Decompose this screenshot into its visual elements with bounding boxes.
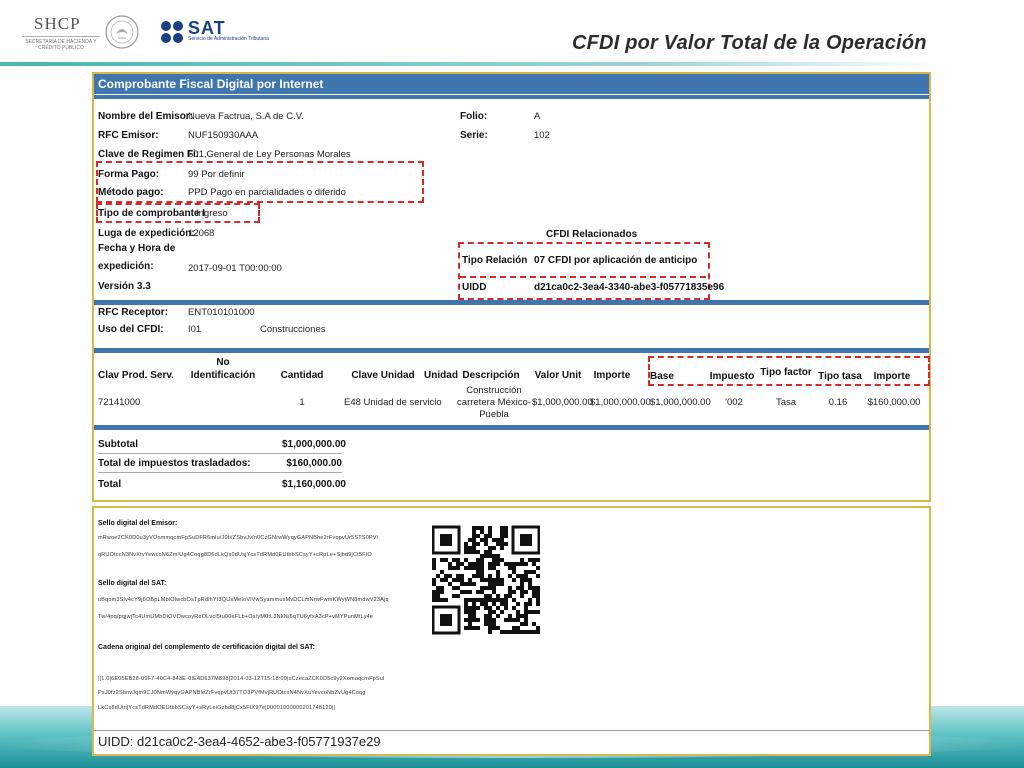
col-clave-unidad: Clave Unidad (351, 370, 415, 381)
folio-value: A (534, 111, 541, 122)
col-tipo-factor: Tipo factor (760, 367, 812, 378)
sello-sat-line-1: uBqom3Slv4cY9j6OBpLMblOlwcbOsTpRdlhYI3QU… (98, 597, 389, 603)
col-clav-prod-serv: Clav Prod. Serv. (98, 370, 174, 381)
total-value: $1,160,000.00 (282, 479, 346, 490)
tipo-relacion-value: 07 CFDI por aplicación de anticipo (534, 255, 698, 266)
mexico-crest-icon (105, 15, 139, 49)
regimen-label: Clave de Regimen Fi: (98, 149, 200, 160)
col-descripcion: Descripción (462, 370, 520, 381)
uso-cfdi-code: I01 (188, 324, 202, 335)
sat-logo-subtitle: Servicio de Administración Tributaria (188, 36, 269, 42)
cadena-original-label: Cadena original del complemento de certi… (98, 644, 315, 651)
row-descripcion-1: Construcción (466, 385, 522, 396)
row-descripcion-2: carretera México- (457, 397, 531, 408)
row-importe-impuesto: $160,000.00 (867, 397, 921, 408)
rfc-emisor-label: RFC Emisor: (98, 130, 159, 141)
row-clave: 72141000 (98, 397, 141, 408)
slide-header: SHCP SECRETARÍA DE HACIENDA Y CRÉDITO PÚ… (0, 0, 1024, 70)
fecha-hora-value: 2017-09-01 T00:00:00 (188, 263, 282, 274)
section-divider-receptor (94, 300, 929, 305)
sello-emisor-label: Sello digital del Emisor: (98, 520, 178, 527)
tipo-relacion-label: Tipo Relación (462, 255, 528, 266)
col-unidad: Unidad (424, 370, 458, 381)
col-identificacion: Identificación (190, 370, 256, 381)
invoice-panel-title: Comprobante Fiscal Digital por Internet (94, 74, 929, 94)
expedicion-label: expedición: (98, 261, 154, 272)
shcp-logo-title: SHCP (34, 14, 81, 33)
row-valor-unit: $1,000,000.00 (532, 397, 593, 408)
emisor-name-label: Nombre del Emisor: (98, 111, 194, 122)
rfc-receptor-label: RFC Receptor: (98, 307, 169, 318)
impuestos-trasladados-label: Total de impuestos trasladados: (98, 458, 251, 469)
shcp-logo-subtitle: SECRETARÍA DE HACIENDA Y CRÉDITO PÚBLICO (22, 36, 100, 51)
uidd-rel-label: UIDD (462, 282, 487, 293)
cadena-original-line-3: LkCs8dUtnjYcsTdRMdOEUtbbSCsyY+sRyLeiGzbd… (98, 705, 336, 711)
col-importe-impuesto: Importe (873, 371, 911, 382)
subtotal-label: Subtotal (98, 439, 138, 450)
invoice-panel-title-bar (94, 95, 929, 99)
row-tipo-tasa: 0.16 (828, 397, 848, 408)
uso-cfdi-value: Construcciones (260, 324, 326, 335)
col-importe: Importe (593, 370, 631, 381)
col-impuesto: Impuesto (709, 371, 755, 382)
sat-logo-icon (161, 21, 183, 43)
uidd-value: UIDD: d21ca0c2-3ea4-4652-abe3-f05771937e… (98, 734, 381, 749)
serie-label: Serie: (460, 130, 488, 141)
sello-sat-label: Sello digital del SAT: (98, 580, 167, 587)
tipo-comprobante-label: Tipo de comprobante I (98, 208, 206, 219)
row-clave-unidad: E48 Unidad de servicio (344, 397, 442, 408)
section-divider-totals (94, 425, 929, 430)
row-impuesto: '002 (725, 397, 743, 408)
version-label: Versión 3.3 (98, 281, 151, 292)
row-tipo-factor: Tasa (775, 397, 797, 408)
header-divider (0, 62, 940, 66)
row-base: $1,000,000.00 (650, 397, 711, 408)
sello-sat-line-2: Tw/4pq/pqjwjTc4UmUMbDiOVOwcoyRoOLvcl5tu0… (98, 614, 374, 620)
invoice-panel: Comprobante Fiscal Digital por Internet … (92, 72, 931, 502)
emisor-name-value: Nueva Factrua, S.A de C.V. (188, 111, 304, 122)
metodo-pago-value: PPD Pago en parcialidades o diferido (188, 187, 346, 198)
metodo-pago-label: Método pago: (98, 187, 164, 198)
section-divider-concepts (94, 348, 929, 353)
cadena-original-line-2: PsJ0fz2SbnvJqm9CJ0NmWyqyGAPNBleZrFvqpvUt… (98, 690, 366, 696)
uidd-rel-value: d21ca0c2-3ea4-3340-abe3-f05771835e96 (534, 282, 725, 293)
row-importe: $1,000,000.00 (590, 397, 651, 408)
col-valor-unit: Valor Unit (534, 370, 582, 381)
lugar-expedicion-value: 12068 (188, 228, 215, 239)
forma-pago-value: 99 Por definir (188, 169, 245, 180)
col-base: Base (650, 371, 674, 382)
page-title: CFDI por Valor Total de la Operación (572, 32, 927, 54)
regimen-value: 601,General de Ley Personas Morales (188, 149, 351, 160)
uso-cfdi-label: Uso del CFDI: (98, 324, 164, 335)
col-cantidad: Cantidad (280, 370, 324, 381)
sello-emisor-line-1: mRwoe2CK0D0u3yVOnmmqcmFpSuDFR6mlu/J0ti/Z… (98, 535, 379, 541)
folio-label: Folio: (460, 111, 488, 122)
serie-value: 102 (534, 130, 550, 141)
row-cantidad: 1 (299, 397, 305, 408)
rfc-receptor-value: ENT010101000 (188, 307, 255, 318)
col-no: No (216, 357, 230, 368)
cadena-original-line-1: ||1.0|6E05EB28-09F7-40C4-843E-0IE4D637M8… (98, 676, 385, 682)
tipo-comprobante-value: Ingreso (196, 208, 228, 219)
lugar-expedicion-label: Luga de expedición: (98, 228, 195, 239)
total-label: Total (98, 479, 122, 490)
impuestos-trasladados-value: $160,000.00 (286, 458, 342, 469)
row-descripcion-3: Puebla (479, 409, 509, 420)
fecha-hora-label: Fecha y Hora de (98, 243, 176, 254)
sat-logo: SAT Servicio de Administración Tributari… (160, 18, 280, 48)
shcp-logo: SHCP SECRETARÍA DE HACIENDA Y CRÉDITO PÚ… (20, 14, 100, 54)
uidd-row: UIDD: d21ca0c2-3ea4-4652-abe3-f05771937e… (94, 730, 929, 753)
cfdi-relacionados-title: CFDI Relacionados (546, 229, 638, 240)
totals-rule-1 (98, 453, 342, 454)
qr-code-icon (432, 525, 540, 635)
cfdi-relacionados-divider (460, 276, 706, 278)
forma-pago-label: Forma Pago: (98, 169, 160, 180)
rfc-emisor-value: NUF150930AAA (188, 130, 259, 141)
sello-emisor-line-2: qRUOtccN3NvXtvYewcoN6Zm/Ug4Coqg8D6dLkQx0… (98, 552, 372, 558)
totals-rule-2 (98, 472, 342, 473)
subtotal-value: $1,000,000.00 (282, 439, 346, 450)
col-tipo-tasa: Tipo tasa (818, 371, 862, 382)
